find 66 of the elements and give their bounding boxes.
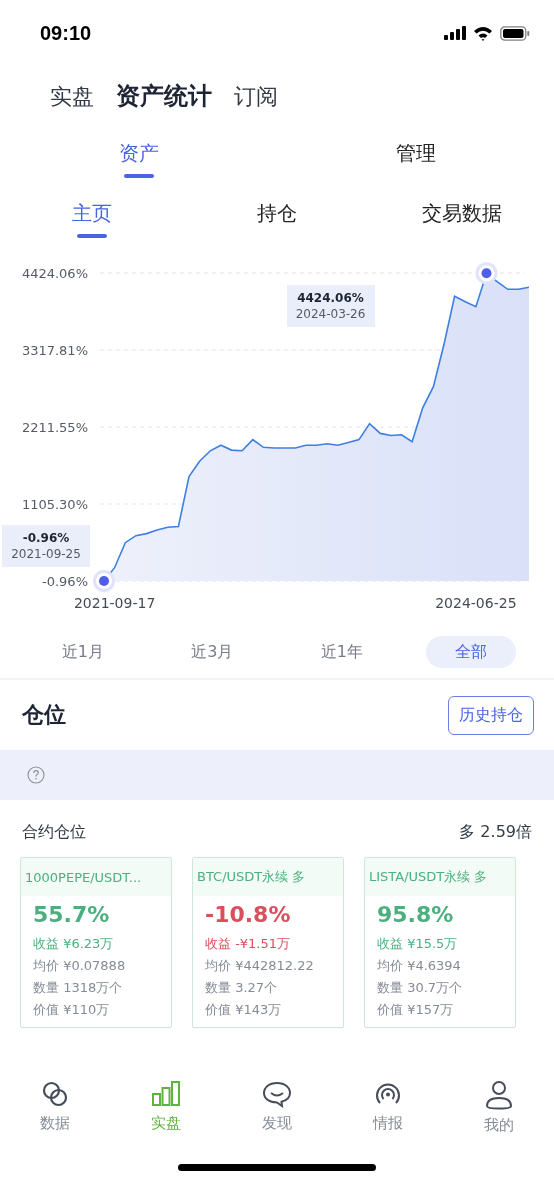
axis-label: 4424.06% <box>21 266 88 281</box>
signal-icon <box>444 26 466 40</box>
position-card[interactable]: LISTA/USDT永续 多 95.8% 收益 ¥15.5万 均价 ¥4.6394 数量 30.7万个 价值 ¥157万 <box>364 857 516 1028</box>
section-tab[interactable]: 管理 <box>395 140 436 167</box>
circles-icon <box>41 1080 70 1108</box>
range-tab[interactable]: 全部 <box>426 636 517 668</box>
data-point <box>475 262 498 285</box>
history-button[interactable]: 历史持仓 <box>448 695 534 735</box>
axis-label: 2211.55% <box>21 420 88 435</box>
top-tab[interactable]: 订阅 <box>234 82 278 112</box>
axis-label: -0.96% <box>42 574 88 589</box>
tooltip-date: 2024-03-26 <box>295 307 366 322</box>
section-title: 仓位 <box>22 701 66 729</box>
nav-tab[interactable]: 数据 <box>15 1080 96 1133</box>
nav-tab[interactable]: 情报 <box>347 1080 428 1133</box>
range-tab[interactable]: 近3月 <box>167 636 258 668</box>
top-tab[interactable]: 资产统计 <box>116 80 212 112</box>
range-tab[interactable]: 近1年 <box>296 636 387 668</box>
return-percent: -10.8% <box>205 902 292 927</box>
detail-line: 数量 30.7万个 <box>377 979 464 997</box>
range-tab[interactable]: 近1月 <box>37 636 128 668</box>
tab-underline <box>77 234 107 238</box>
nav-tab[interactable]: 我的 <box>458 1080 539 1135</box>
battery-icon <box>500 25 530 41</box>
position-card[interactable]: 1000PEPE/USDT... 55.7% 收益 ¥6.23万 均价 ¥0.07888 数量 1318万个 价值 ¥110万 <box>20 857 172 1028</box>
detail-line: 均价 ¥442812.22 <box>205 957 315 975</box>
chat-icon <box>262 1080 292 1108</box>
axis-label: 1105.30% <box>21 497 88 512</box>
tab-underline <box>123 174 154 178</box>
axis-label: 2021-09-17 <box>73 595 156 611</box>
tooltip-value: 4424.06% <box>297 291 364 306</box>
leverage-label: 多 2.59倍 <box>459 822 532 843</box>
detail-line: 价值 ¥157万 <box>377 1001 455 1019</box>
profit-label: 收益 ¥6.23万 <box>33 935 115 953</box>
section-tab[interactable]: 资产 <box>118 140 159 167</box>
profit-label: 收益 ¥15.5万 <box>377 935 459 953</box>
help-icon[interactable] <box>27 766 45 784</box>
wifi-icon <box>473 25 493 41</box>
return-percent: 55.7% <box>33 902 111 927</box>
tooltip-date: 2021-09-25 <box>11 546 81 561</box>
detail-line: 数量 1318万个 <box>33 979 124 997</box>
contract-title: 合约仓位 <box>22 822 86 843</box>
pair-name: 1000PEPE/USDT... <box>25 869 142 885</box>
detail-line: 均价 ¥4.6394 <box>377 957 462 975</box>
bar-chart-icon <box>151 1080 182 1108</box>
detail-line: 价值 ¥110万 <box>33 1001 111 1019</box>
nav-tab[interactable]: 实盘 <box>126 1080 207 1133</box>
status-time: 09:10 <box>40 21 92 45</box>
detail-line: 价值 ¥143万 <box>205 1001 283 1019</box>
profit-label: 收益 -¥1.51万 <box>205 935 292 953</box>
person-icon <box>484 1080 513 1110</box>
position-card[interactable]: BTC/USDT永续 多 -10.8% 收益 -¥1.51万 均价 ¥442812.22 数量 3.27个 价值 ¥143万 <box>192 857 344 1028</box>
detail-line: 均价 ¥0.07888 <box>33 957 127 975</box>
axis-label: 2024-06-25 <box>435 595 517 611</box>
top-tab[interactable]: 实盘 <box>50 82 94 112</box>
pair-name: LISTA/USDT永续 多 <box>369 868 488 886</box>
sub-tab[interactable]: 主页 <box>72 200 112 227</box>
data-point <box>93 569 115 592</box>
sub-tab[interactable]: 持仓 <box>257 200 297 227</box>
return-percent: 95.8% <box>377 902 455 927</box>
detail-line: 数量 3.27个 <box>205 979 279 997</box>
tooltip-value: -0.96% <box>22 530 70 545</box>
pair-name: BTC/USDT永续 多 <box>197 868 306 886</box>
axis-label: 3317.81% <box>21 343 88 358</box>
nav-tab[interactable]: 发现 <box>237 1080 317 1133</box>
sub-tab[interactable]: 交易数据 <box>422 200 502 227</box>
